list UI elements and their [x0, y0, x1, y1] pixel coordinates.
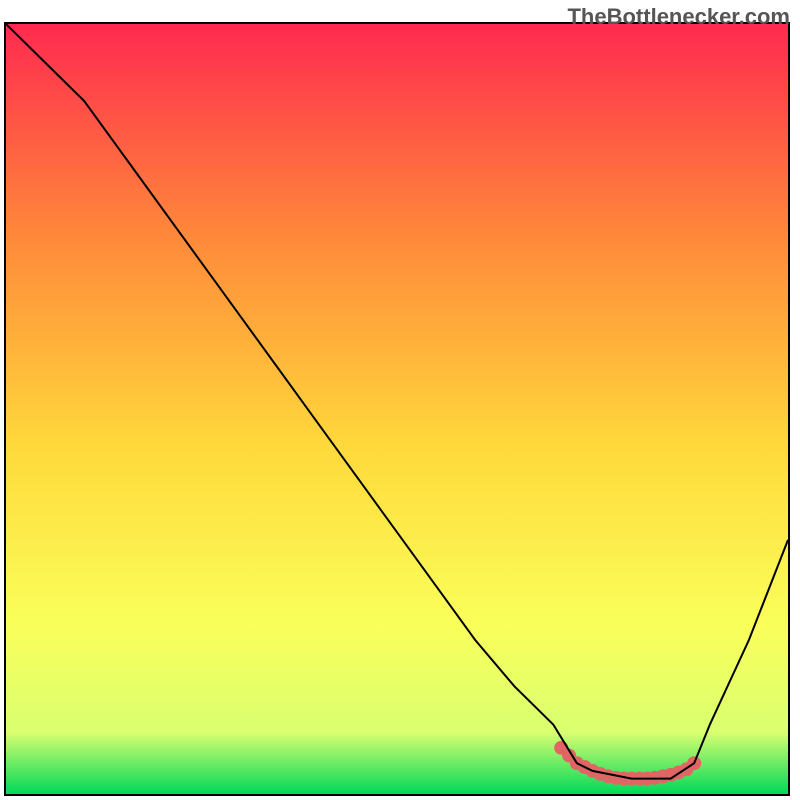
watermark-text: TheBottlenecker.com: [567, 4, 790, 30]
chart-background: [6, 24, 788, 794]
chart-svg: [6, 24, 788, 794]
chart-frame: [4, 22, 790, 796]
